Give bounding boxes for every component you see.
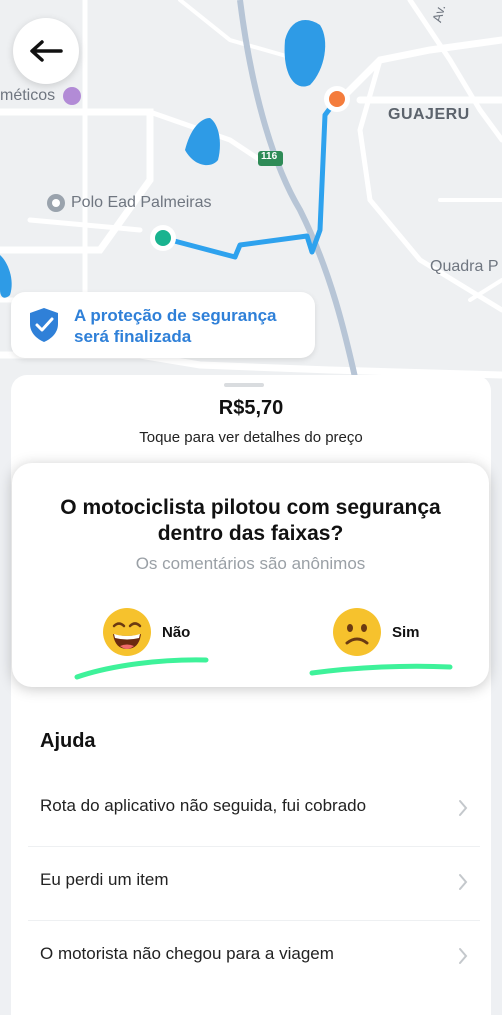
safety-line-2: será finalizada	[74, 327, 192, 346]
grinning-face-icon	[103, 608, 151, 656]
help-item-route[interactable]: Rota do aplicativo não seguida, fui cobr…	[28, 772, 480, 847]
highlight-stroke-left	[74, 657, 209, 680]
help-item-driver-no-show[interactable]: O motorista não chegou para a viagem	[28, 920, 480, 994]
map-label-quadra: Quadra P	[430, 258, 499, 275]
rating-question-line-1: O motociclista pilotou com segurança	[60, 496, 441, 519]
help-item-label: O motorista não chegou para a viagem	[40, 944, 334, 963]
help-section-title: Ajuda	[40, 730, 96, 752]
chevron-right-icon	[459, 948, 468, 964]
chevron-right-icon	[459, 800, 468, 816]
map-label-guajeru: GUAJERU	[388, 106, 470, 123]
price-details-hint[interactable]: Toque para ver detalhes do preço	[11, 429, 491, 446]
safety-status-pill[interactable]: A proteção de segurança será finalizada	[11, 292, 315, 358]
highway-shield-label: 116	[261, 151, 278, 162]
sheet-drag-handle[interactable]	[224, 383, 264, 387]
rating-option-no[interactable]: Não	[102, 605, 190, 659]
safety-rating-card: O motociclista pilotou com segurança den…	[12, 463, 489, 687]
arrow-left-icon	[30, 40, 63, 62]
help-item-label: Rota do aplicativo não seguida, fui cobr…	[40, 796, 367, 815]
map-label-cosmeticos: méticos	[0, 87, 56, 104]
shield-check-icon	[30, 308, 58, 342]
help-item-label: Eu perdi um item	[40, 870, 169, 889]
rating-option-yes[interactable]: Sim	[332, 605, 420, 659]
highlight-stroke-right	[309, 663, 453, 676]
rating-question-line-2: dentro das faixas?	[157, 522, 344, 545]
back-button[interactable]	[13, 18, 79, 84]
rating-question: O motociclista pilotou com segurança den…	[12, 495, 489, 547]
chevron-right-icon	[459, 874, 468, 890]
frowning-face-icon	[333, 608, 381, 656]
safety-text: A proteção de segurança será finalizada	[74, 305, 277, 347]
rating-option-no-label: Não	[162, 623, 191, 641]
map-label-polo: Polo Ead Palmeiras	[71, 194, 212, 211]
rating-option-yes-label: Sim	[392, 623, 420, 641]
trip-price[interactable]: R$5,70	[11, 397, 491, 420]
help-item-lost-item[interactable]: Eu perdi um item	[28, 846, 480, 921]
anonymous-note: Os comentários são anônimos	[135, 554, 366, 573]
safety-line-1: A proteção de segurança	[74, 306, 277, 325]
